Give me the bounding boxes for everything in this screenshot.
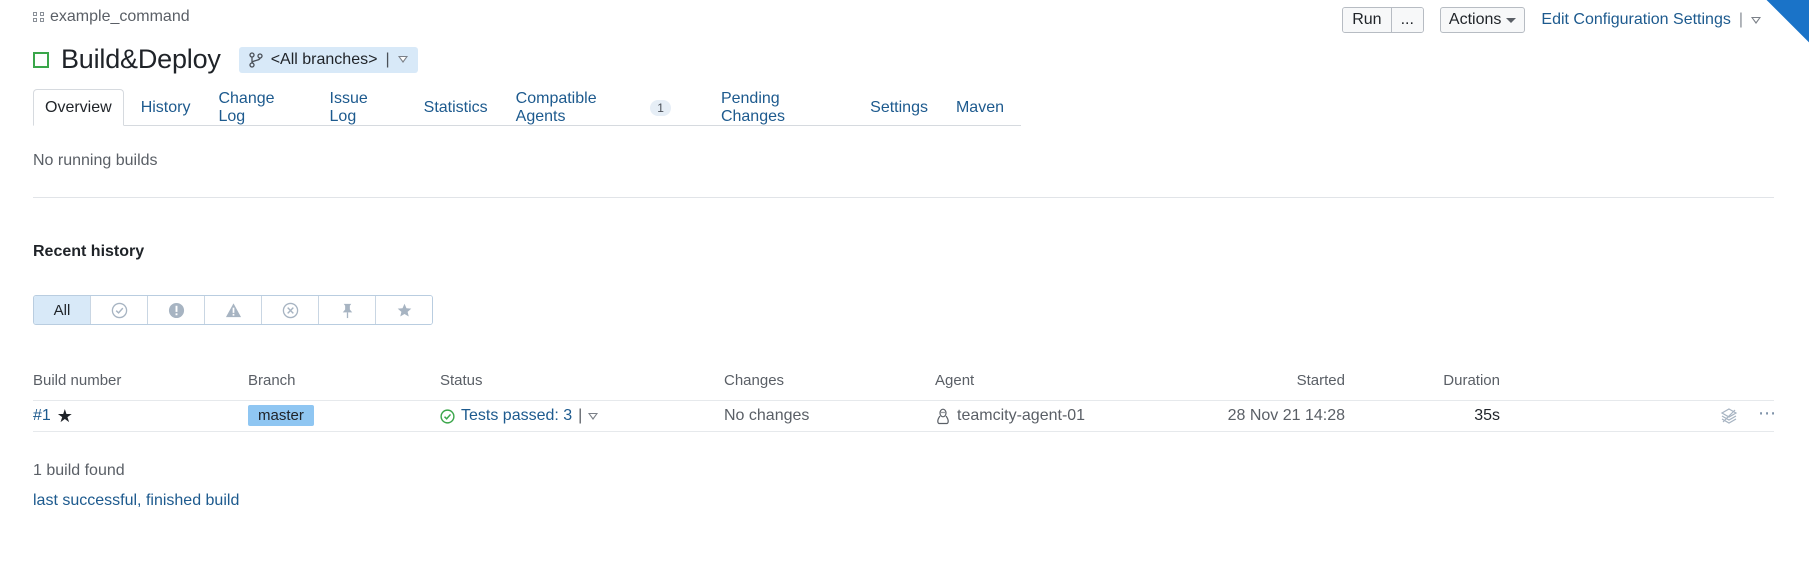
pin-icon	[342, 303, 352, 318]
tab-label: History	[140, 99, 191, 116]
started-text: 28 Nov 21 14:28	[1227, 407, 1345, 424]
tab-statistics[interactable]: Statistics	[413, 91, 499, 125]
changes-cell: No changes	[724, 407, 809, 425]
agent-cell: teamcity-agent-01	[935, 407, 1085, 425]
changes-text: No changes	[724, 407, 810, 424]
artifacts-cell	[1720, 407, 1738, 425]
tab-maven[interactable]: Maven	[945, 91, 1015, 125]
tab-pending-changes[interactable]: Pending Changes	[710, 90, 853, 125]
filter-pinned[interactable]	[318, 296, 375, 324]
check-circle-icon	[111, 302, 127, 318]
branch-selector-label: <All branches>	[270, 50, 378, 68]
corner-badge	[1766, 0, 1809, 43]
cancel-circle-icon	[282, 302, 298, 318]
duration-text: 35s	[1474, 407, 1500, 424]
artifacts-icon[interactable]	[1720, 407, 1738, 425]
run-button-group: Run ...	[1342, 7, 1424, 33]
tab-bar: Overview History Change Log Issue Log St…	[33, 89, 1021, 126]
build-history-table: Build number Branch Status Changes Agent…	[33, 372, 1777, 432]
build-number-cell: #1 ★	[33, 407, 73, 425]
tab-issue-log[interactable]: Issue Log	[319, 90, 407, 125]
tab-label: Overview	[45, 98, 112, 116]
tab-label: Compatible Agents	[515, 90, 597, 125]
run-custom-button[interactable]: ...	[1390, 8, 1423, 32]
filter-canceled[interactable]	[261, 296, 318, 324]
more-options-icon[interactable]: ⋯	[1758, 403, 1777, 424]
filter-successful[interactable]	[90, 296, 147, 324]
table-row: #1 ★ master Tests passed: 3 | No changes…	[33, 400, 1777, 432]
branch-selector[interactable]: <All branches> |	[238, 46, 418, 73]
exclamation-circle-icon	[168, 302, 184, 318]
table-header: Build number Branch Status Changes Agent…	[33, 372, 1774, 400]
tab-label: Pending Changes	[720, 90, 785, 125]
filter-starred[interactable]	[375, 296, 432, 324]
running-builds-status: No running builds	[33, 152, 158, 169]
filter-failed[interactable]	[147, 296, 204, 324]
last-build-links: last successful, finished build	[33, 492, 239, 510]
top-actions: Run ... Actions Edit Configuration Setti…	[1342, 7, 1761, 33]
tab-label: Change Log	[218, 90, 275, 125]
tab-compatible-agents[interactable]: Compatible Agents 1	[505, 90, 682, 125]
column-header-build-number[interactable]: Build number	[33, 372, 121, 389]
last-successful-link[interactable]: last successful	[33, 492, 137, 509]
column-header-started[interactable]: Started	[1265, 372, 1345, 389]
dropdown-arrow-icon	[397, 56, 408, 63]
tab-overview[interactable]: Overview	[33, 89, 124, 126]
status-link[interactable]: Tests passed: 3	[461, 407, 572, 425]
links-separator: ,	[137, 492, 146, 509]
warning-triangle-icon	[225, 302, 241, 317]
duration-cell: 35s	[1407, 407, 1500, 425]
branch-selector-separator: |	[385, 50, 390, 68]
tab-change-log[interactable]: Change Log	[207, 90, 312, 125]
edit-configuration-settings-link[interactable]: Edit Configuration Settings	[1541, 11, 1730, 29]
tab-settings[interactable]: Settings	[859, 91, 939, 125]
breadcrumb-project-link[interactable]: example_command	[50, 8, 190, 26]
run-button[interactable]: Run	[1343, 8, 1391, 32]
breadcrumb: example_command	[33, 8, 190, 26]
finished-build-link[interactable]: finished build	[146, 492, 239, 509]
column-header-agent[interactable]: Agent	[935, 372, 974, 389]
filter-all[interactable]: All	[34, 296, 90, 324]
status-separator: |	[578, 407, 583, 424]
project-grid-icon	[33, 12, 45, 22]
page-title: Build&Deploy	[61, 44, 221, 74]
title-row: Build&Deploy <All branches> |	[33, 44, 418, 75]
edit-settings-group: Edit Configuration Settings |	[1541, 11, 1761, 29]
tab-history[interactable]: History	[130, 91, 202, 125]
star-icon[interactable]: ★	[57, 407, 73, 425]
tab-label: Issue Log	[329, 90, 368, 125]
tab-label: Statistics	[423, 99, 488, 116]
filter-warnings[interactable]	[204, 296, 261, 324]
status-cell: Tests passed: 3 |	[440, 407, 599, 425]
actions-dropdown[interactable]: Actions	[1439, 7, 1526, 33]
build-status-icon	[33, 51, 49, 68]
tab-label: Maven	[955, 99, 1004, 116]
agent-link[interactable]: teamcity-agent-01	[957, 407, 1085, 425]
actions-label: Actions	[1448, 11, 1502, 28]
builds-found-text: 1 build found	[33, 462, 125, 479]
column-header-branch[interactable]: Branch	[248, 372, 296, 389]
filter-all-label: All	[53, 301, 71, 319]
star-icon	[397, 303, 411, 317]
column-header-duration[interactable]: Duration	[1407, 372, 1500, 389]
history-filter: All	[33, 295, 433, 325]
branch-badge[interactable]: master	[248, 405, 314, 426]
chevron-down-icon	[1506, 17, 1517, 23]
divider	[33, 197, 1774, 198]
dropdown-arrow-icon[interactable]	[1751, 16, 1761, 24]
linux-penguin-icon	[937, 408, 949, 424]
branch-icon	[249, 51, 263, 68]
recent-history-title: Recent history	[33, 243, 145, 260]
success-check-icon	[440, 408, 455, 424]
build-number-link[interactable]: #1	[33, 407, 51, 425]
started-cell: 28 Nov 21 14:28	[1223, 407, 1345, 425]
column-header-status[interactable]: Status	[440, 372, 483, 389]
column-header-changes[interactable]: Changes	[724, 372, 784, 389]
separator: |	[1738, 11, 1743, 28]
agents-count-badge: 1	[650, 100, 671, 116]
dropdown-arrow-icon[interactable]	[588, 412, 599, 420]
branch-cell: master	[248, 405, 314, 426]
tab-label: Settings	[870, 99, 928, 116]
